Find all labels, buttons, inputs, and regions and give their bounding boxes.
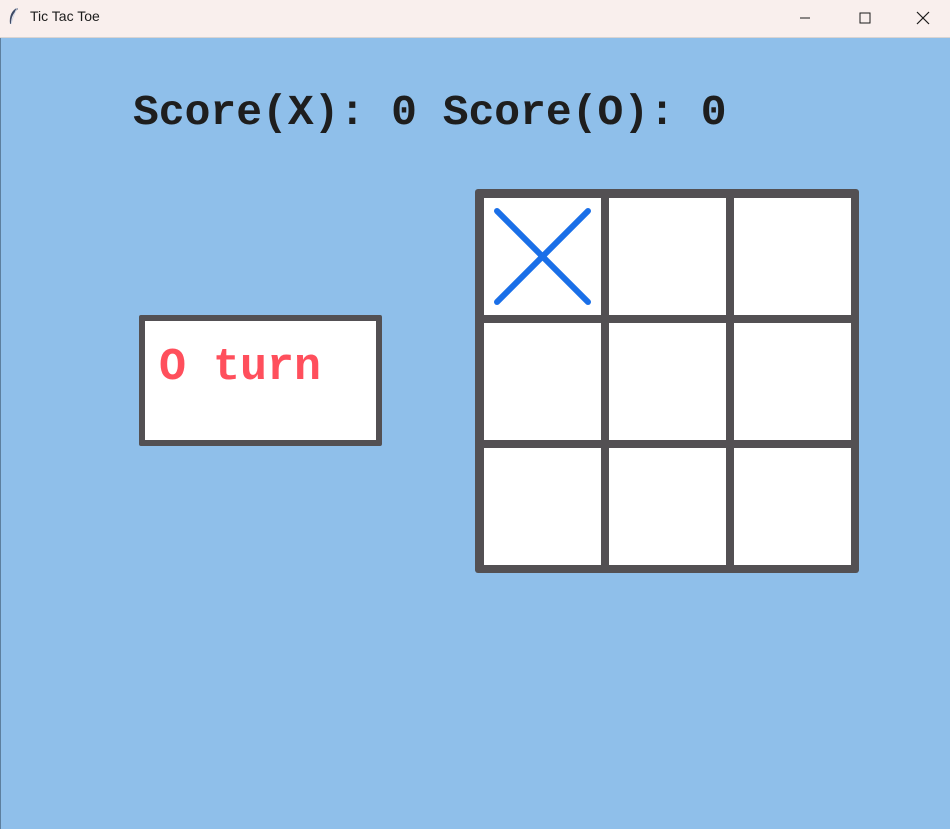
score-x-value: 0 [391, 88, 417, 137]
score-o-label: Score(O): [442, 88, 675, 137]
score-x-label: Score(X): [133, 88, 366, 137]
x-mark [494, 208, 591, 305]
board-cell-4[interactable] [484, 323, 601, 440]
game-canvas: Score(X): 0 Score(O): 0 O turn [0, 38, 950, 829]
feather-icon [9, 7, 18, 25]
board-cell-1[interactable] [484, 198, 601, 315]
turn-text: O turn [159, 342, 322, 393]
close-icon [916, 11, 930, 25]
board-cell-2[interactable] [609, 198, 726, 315]
board-cell-7[interactable] [484, 448, 601, 565]
score-o-value: 0 [700, 88, 727, 137]
board-cell-5[interactable] [609, 323, 726, 440]
board-cell-8[interactable] [609, 448, 726, 565]
board-cell-9[interactable] [734, 448, 851, 565]
score-display: Score(X): 0 Score(O): 0 [133, 88, 727, 138]
maximize-button[interactable] [836, 0, 894, 36]
window-title: Tic Tac Toe [30, 8, 100, 24]
turn-indicator: O turn [139, 315, 382, 446]
board-cell-3[interactable] [734, 198, 851, 315]
minimize-icon [800, 17, 810, 19]
title-bar: Tic Tac Toe [0, 0, 950, 38]
game-board [475, 189, 859, 573]
minimize-button[interactable] [776, 0, 834, 36]
maximize-icon [859, 12, 871, 24]
board-cell-6[interactable] [734, 323, 851, 440]
close-button[interactable] [894, 0, 950, 36]
